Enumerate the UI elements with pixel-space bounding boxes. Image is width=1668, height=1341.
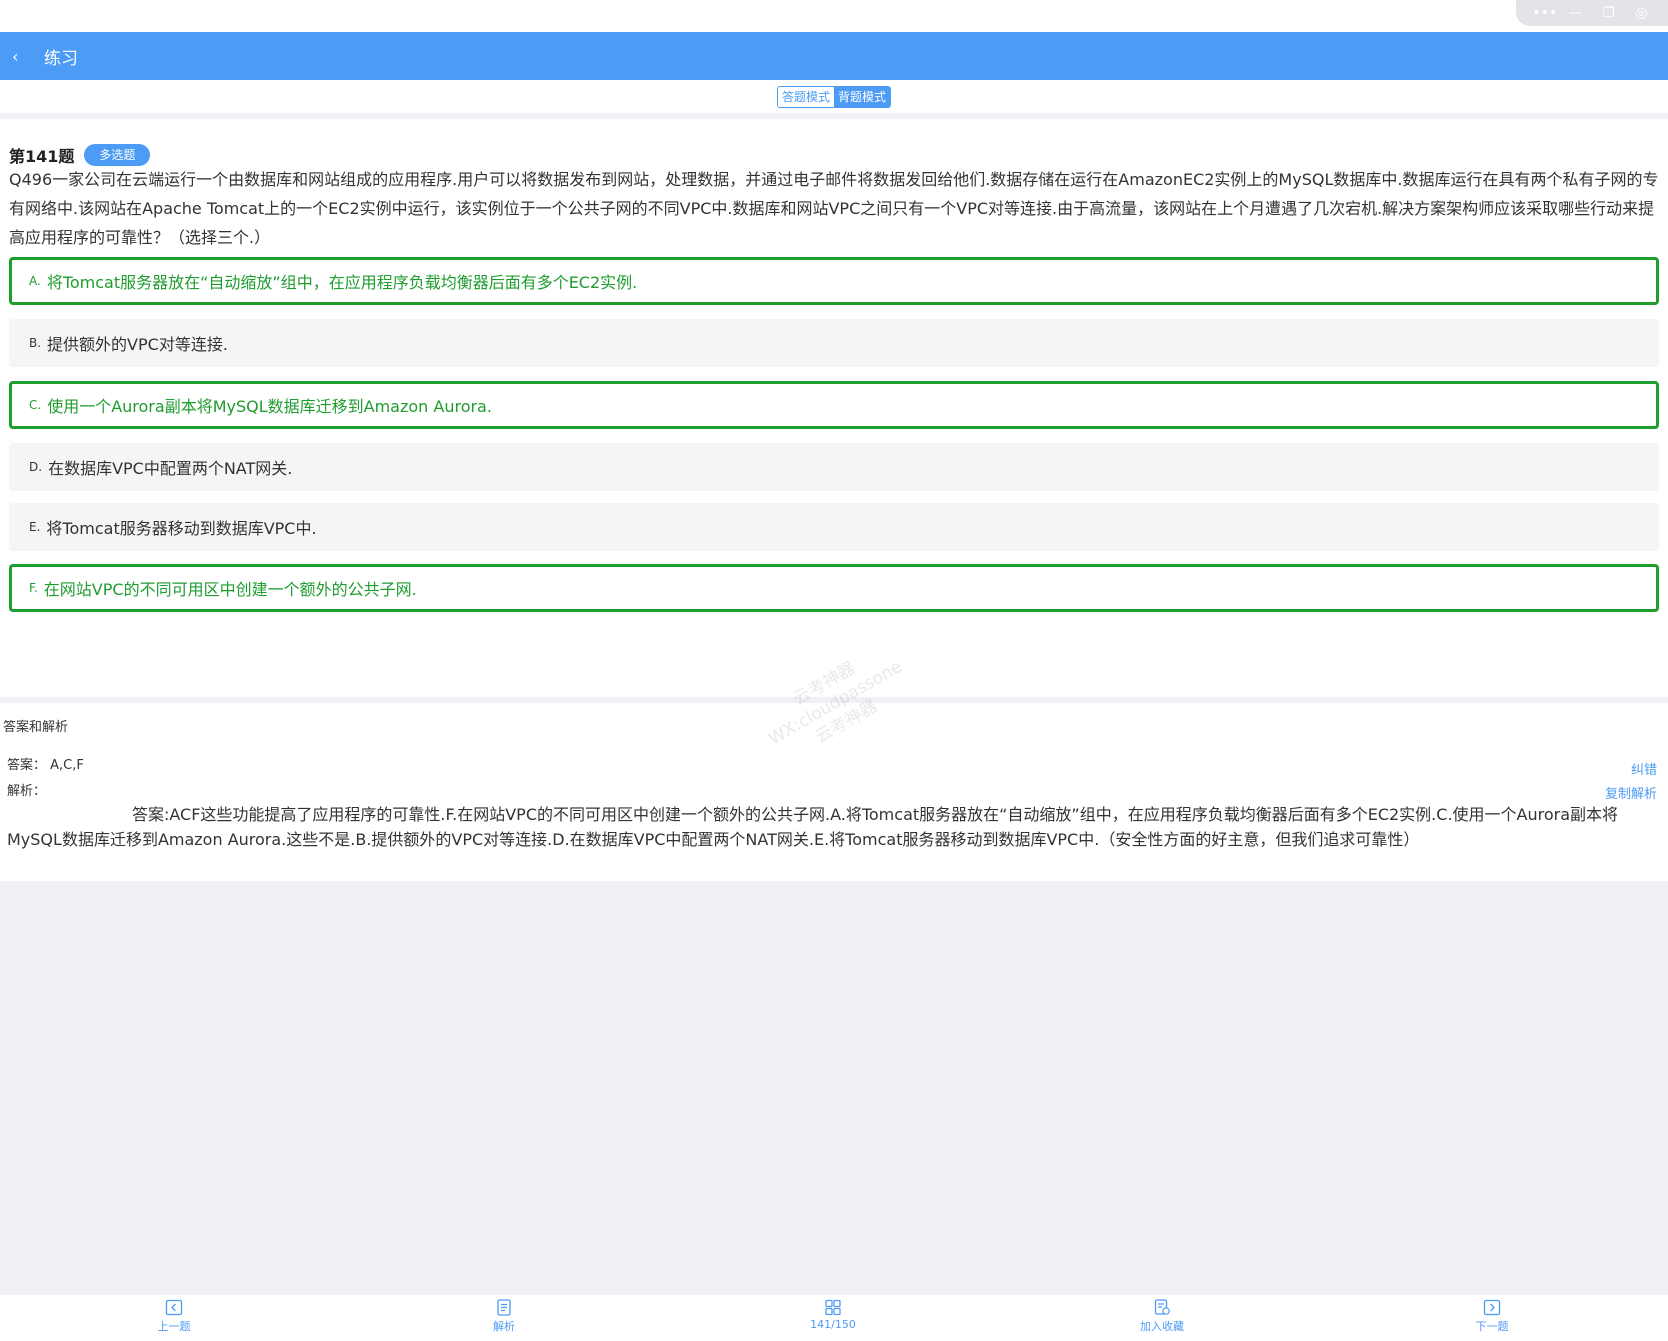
answer-line: 答案： A,C,F (7, 758, 84, 773)
close-icon[interactable]: ◎ (1632, 3, 1652, 23)
option-e[interactable]: E. 将Tomcat服务器移动到数据库VPC中. (9, 503, 1659, 551)
next-question-button[interactable]: 下一题 (1452, 1299, 1532, 1334)
mode-answer-tab[interactable]: 答题模式 (777, 86, 834, 107)
question-card: 第141题 多选题 Q496一家公司在云端运行一个由数据库和网站组成的应用程序.… (0, 119, 1668, 697)
mode-memorize-tab[interactable]: 背题模式 (834, 86, 891, 107)
mode-switch: 答题模式 背题模式 (776, 85, 892, 108)
option-text: 使用一个Aurora副本将MySQL数据库迁移到Amazon Aurora. (47, 397, 492, 416)
more-icon[interactable]: ••• (1533, 3, 1558, 23)
bottom-nav-label: 下一题 (1475, 1320, 1509, 1333)
prev-icon (165, 1299, 183, 1316)
question-grid-button[interactable]: 141/150 (793, 1299, 873, 1331)
option-b[interactable]: B. 提供额外的VPC对等连接. (9, 319, 1659, 367)
add-favorite-button[interactable]: 加入收藏 (1122, 1299, 1202, 1334)
option-d[interactable]: D. 在数据库VPC中配置两个NAT网关. (9, 443, 1659, 491)
bottom-nav: 上一题 解析 141/150 加入收藏 下一题 (0, 1295, 1668, 1341)
favorite-icon (1154, 1299, 1170, 1315)
window-capsule: ••• — ❐ ◎ (1516, 0, 1668, 26)
nav-bar: ‹ 练习 (0, 32, 1668, 80)
question-stem: Q496一家公司在云端运行一个由数据库和网站组成的应用程序.用户可以将数据发布到… (9, 170, 1659, 247)
option-letter: A. (29, 274, 41, 288)
option-letter: D. (29, 460, 43, 474)
next-icon (1483, 1299, 1501, 1316)
copy-analysis-link[interactable]: 复制解析 (1605, 783, 1657, 802)
option-c[interactable]: C. 使用一个Aurora副本将MySQL数据库迁移到Amazon Aurora… (9, 381, 1659, 429)
option-text: 将Tomcat服务器移动到数据库VPC中. (46, 519, 317, 538)
option-f[interactable]: F. 在网站VPC的不同可用区中创建一个额外的公共子网. (9, 564, 1659, 612)
option-text: 在数据库VPC中配置两个NAT网关. (48, 459, 293, 478)
minimize-icon[interactable]: — (1566, 3, 1586, 23)
bottom-nav-label: 加入收藏 (1140, 1320, 1184, 1333)
bottom-nav-label: 解析 (493, 1320, 515, 1333)
prev-question-button[interactable]: 上一题 (134, 1299, 214, 1334)
question-number: 第141题 (9, 147, 75, 166)
page-title: 练习 (44, 48, 78, 69)
restore-icon[interactable]: ❐ (1599, 3, 1619, 23)
analysis-button[interactable]: 解析 (464, 1299, 544, 1334)
bottom-nav-label: 上一题 (157, 1320, 191, 1333)
option-letter: F. (29, 581, 38, 595)
report-error-link[interactable]: 纠错 (1631, 759, 1657, 778)
question-header: 第141题 多选题 (9, 143, 151, 167)
option-a[interactable]: A. 将Tomcat服务器放在“自动缩放”组中，在应用程序负载均衡器后面有多个E… (9, 257, 1659, 305)
option-text: 将Tomcat服务器放在“自动缩放”组中，在应用程序负载均衡器后面有多个EC2实… (46, 273, 638, 292)
answer-section-title: 答案和解析 (3, 720, 69, 735)
window-titlebar: ••• — ❐ ◎ (0, 0, 1668, 32)
analysis-label: 解析： (7, 784, 47, 799)
option-letter: C. (29, 398, 42, 412)
document-icon (497, 1299, 511, 1316)
option-letter: B. (29, 336, 42, 350)
option-text: 在网站VPC的不同可用区中创建一个额外的公共子网. (43, 580, 417, 599)
analysis-text: 答案:ACF这些功能提高了应用程序的可靠性.F.在网站VPC的不同可用区中创建一… (7, 805, 1619, 849)
option-letter: E. (29, 520, 41, 534)
mode-switch-bar: 答题模式 背题模式 (0, 80, 1668, 113)
back-chevron-icon[interactable]: ‹ (12, 47, 26, 66)
grid-icon (825, 1299, 841, 1316)
option-text: 提供额外的VPC对等连接. (47, 335, 228, 354)
question-type-badge: 多选题 (84, 144, 151, 166)
progress-counter: 141/150 (810, 1318, 856, 1331)
